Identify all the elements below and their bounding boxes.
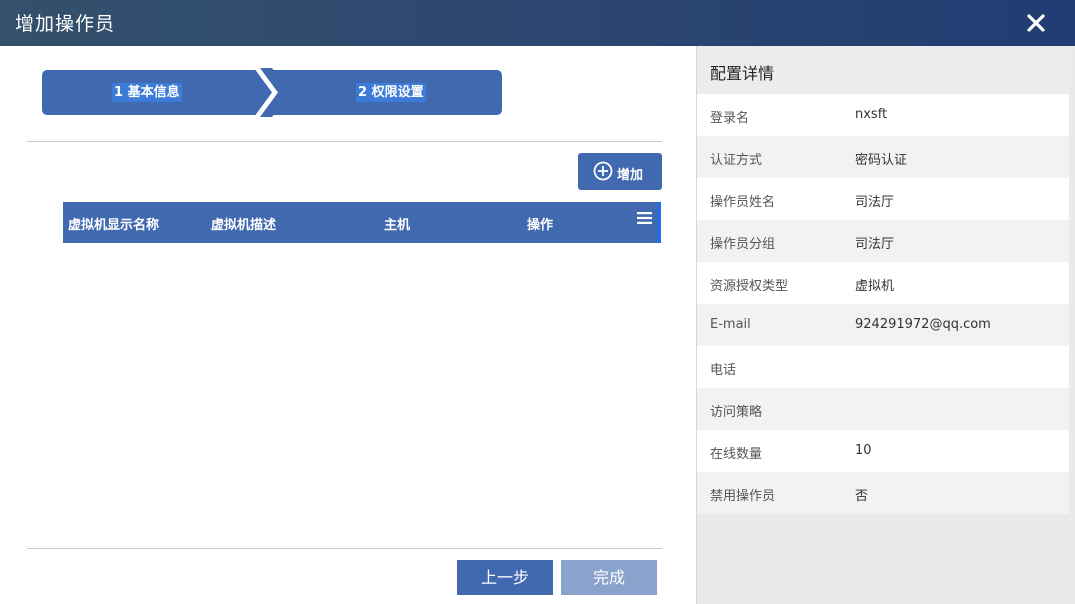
step-basic-info[interactable]: 1 基本信息	[42, 70, 272, 115]
detail-key: 访问策略	[710, 405, 763, 420]
close-icon[interactable]	[1021, 8, 1051, 38]
hamburger-menu-icon[interactable]	[637, 211, 653, 229]
column-actions[interactable]: 操作	[527, 214, 553, 233]
detail-row-access-policy: 访问策略	[697, 388, 1069, 430]
plus-circle-icon	[593, 161, 613, 181]
detail-value: nxsft	[855, 107, 888, 122]
detail-row-operator-group: 操作员分组 司法厅	[697, 220, 1069, 262]
previous-step-button[interactable]: 上一步	[457, 560, 553, 595]
config-details-title: 配置详情	[710, 64, 775, 83]
column-host[interactable]: 主机	[384, 214, 410, 233]
detail-value: 924291972@qq.com	[855, 317, 991, 332]
dialog-title: 增加操作员	[15, 13, 116, 35]
detail-row-email: E-mail 924291972@qq.com	[697, 304, 1069, 346]
finish-button[interactable]: 完成	[561, 560, 657, 595]
detail-value: 10	[855, 443, 872, 458]
detail-value: 否	[855, 489, 869, 504]
detail-key: 登录名	[710, 111, 750, 126]
detail-row-auth-method: 认证方式 密码认证	[697, 136, 1069, 178]
detail-value: 司法厅	[855, 195, 895, 210]
step-permission-settings-label: 2 权限设置	[356, 83, 426, 102]
detail-key: 电话	[710, 363, 737, 378]
detail-row-operator-name: 操作员姓名 司法厅	[697, 178, 1069, 220]
detail-row-disable-operator: 禁用操作员 否	[697, 472, 1069, 514]
detail-key: 在线数量	[710, 447, 763, 462]
detail-key: 禁用操作员	[710, 489, 776, 504]
vm-table-header: 虚拟机显示名称 虚拟机描述 主机 操作	[63, 202, 661, 243]
add-button[interactable]: 增加	[578, 153, 662, 190]
detail-value: 密码认证	[855, 153, 908, 168]
detail-row-phone: 电话	[697, 346, 1069, 388]
dialog-titlebar: 增加操作员	[0, 0, 1075, 46]
column-vm-description[interactable]: 虚拟机描述	[211, 214, 276, 233]
detail-value: 司法厅	[855, 237, 895, 252]
divider-top	[27, 141, 662, 142]
detail-key: 操作员分组	[710, 237, 776, 252]
step-separator-chevron-icon	[254, 68, 290, 117]
add-button-label: 增加	[617, 168, 644, 183]
detail-value: 虚拟机	[855, 279, 895, 294]
detail-key: 资源授权类型	[710, 279, 789, 294]
detail-key: 操作员姓名	[710, 195, 776, 210]
detail-row-online-count: 在线数量 10	[697, 430, 1069, 472]
column-vm-display-name[interactable]: 虚拟机显示名称	[68, 214, 159, 233]
config-details-list: 登录名 nxsft 认证方式 密码认证 操作员姓名 司法厅 操作员分组 司法厅 …	[697, 94, 1069, 514]
main-form-pane: 1 基本信息 2 权限设置 增加 虚拟机显示名称 虚拟机描述 主机 操作 上一步…	[0, 46, 696, 604]
detail-key: 认证方式	[710, 153, 763, 168]
divider-bottom	[27, 548, 662, 549]
config-details-panel: 配置详情 登录名 nxsft 认证方式 密码认证 操作员姓名 司法厅 操作员分组…	[696, 46, 1075, 604]
detail-row-resource-type: 资源授权类型 虚拟机	[697, 262, 1069, 304]
detail-key: E-mail	[710, 317, 751, 332]
detail-row-login-name: 登录名 nxsft	[697, 94, 1069, 136]
step-basic-info-label: 1 基本信息	[112, 83, 182, 102]
config-details-header: 配置详情	[697, 46, 1069, 94]
